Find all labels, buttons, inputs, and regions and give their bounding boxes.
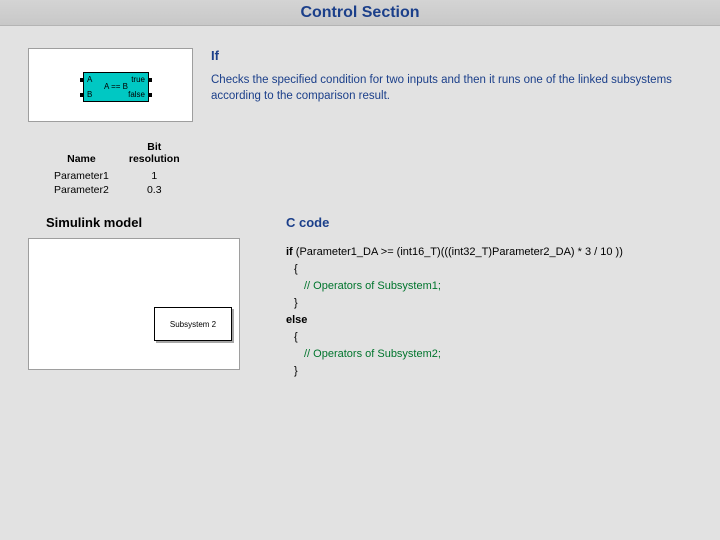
if-block-icon: A B true false A == B xyxy=(83,72,149,102)
cell-name: Parameter2 xyxy=(44,183,119,197)
code-comment: // Operators of Subsystem2; xyxy=(286,346,441,363)
simulink-column: Simulink model Subsystem 2 xyxy=(28,215,240,370)
code-line: else xyxy=(286,312,700,329)
code-line: if (Parameter1_DA >= (int16_T)(((int32_T… xyxy=(286,244,700,261)
code-line: { xyxy=(286,329,700,346)
subsystem2-block: Subsystem 2 xyxy=(154,307,232,341)
code-line: } xyxy=(286,363,700,380)
keyword-else: else xyxy=(286,314,307,326)
description-text: If Checks the specified condition for tw… xyxy=(211,48,700,104)
port-label-false: false xyxy=(128,91,145,99)
keyword-if: if xyxy=(286,246,293,258)
model-code-row: Simulink model Subsystem 2 C code if (Pa… xyxy=(0,197,720,380)
simulink-canvas: Subsystem 2 xyxy=(28,238,240,370)
table-row: Parameter1 1 xyxy=(44,169,190,183)
ccode-block: if (Parameter1_DA >= (int16_T)(((int32_T… xyxy=(286,244,700,380)
brace: { xyxy=(286,329,298,346)
code-line: // Operators of Subsystem1; xyxy=(286,278,700,295)
brace: } xyxy=(286,363,298,380)
cell-name: Parameter1 xyxy=(44,169,119,183)
col-bit-resolution: Bitresolution xyxy=(119,140,190,169)
block-thumbnail: A B true false A == B xyxy=(28,48,193,122)
brace: { xyxy=(286,261,298,278)
table-header-row: Name Bitresolution xyxy=(44,140,190,169)
page-title: Control Section xyxy=(0,0,720,26)
block-description: Checks the specified condition for two i… xyxy=(211,73,680,104)
port-icon xyxy=(80,78,84,82)
code-text: (Parameter1_DA >= (int16_T)(((int32_T)Pa… xyxy=(293,246,623,258)
ccode-title: C code xyxy=(286,215,700,230)
block-name: If xyxy=(211,48,680,63)
table-row: Parameter2 0.3 xyxy=(44,183,190,197)
parameter-table: Name Bitresolution Parameter1 1 Paramete… xyxy=(44,140,190,197)
port-label-b: B xyxy=(87,91,92,99)
code-line: // Operators of Subsystem2; xyxy=(286,346,700,363)
description-row: A B true false A == B If Checks the spec… xyxy=(0,26,720,122)
condition-label: A == B xyxy=(84,83,148,91)
col-name: Name xyxy=(44,140,119,169)
code-line: } xyxy=(286,295,700,312)
port-icon xyxy=(148,78,152,82)
port-icon xyxy=(80,93,84,97)
code-line: { xyxy=(286,261,700,278)
code-comment: // Operators of Subsystem1; xyxy=(286,278,441,295)
brace: } xyxy=(286,295,298,312)
port-icon xyxy=(148,93,152,97)
cell-bit: 1 xyxy=(119,169,190,183)
ccode-column: C code if (Parameter1_DA >= (int16_T)(((… xyxy=(286,215,700,380)
simulink-title: Simulink model xyxy=(46,215,240,230)
cell-bit: 0.3 xyxy=(119,183,190,197)
